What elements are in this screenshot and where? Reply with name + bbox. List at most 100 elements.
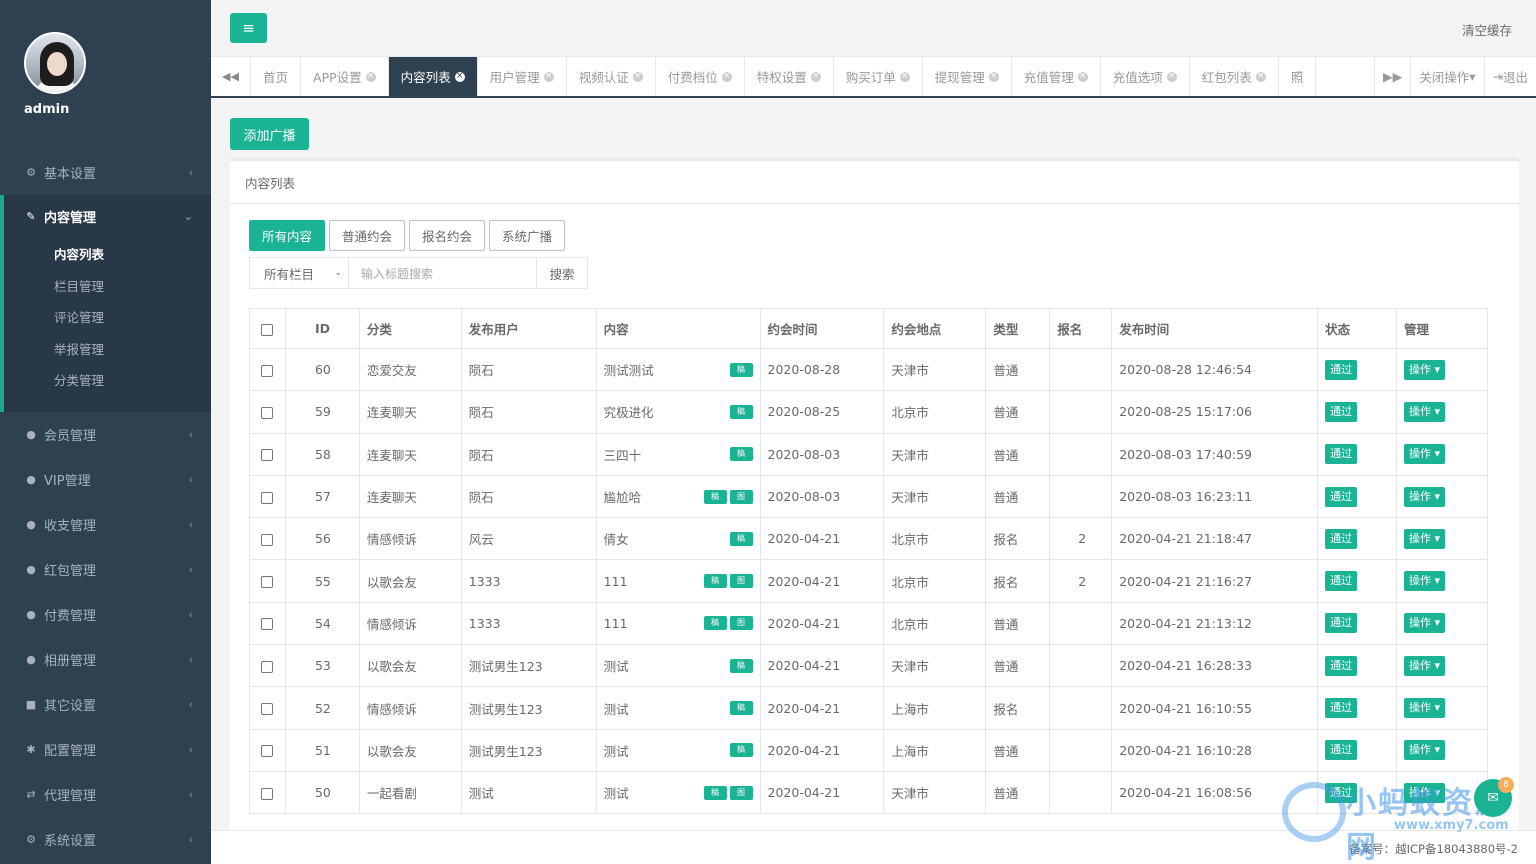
clear-cache-link[interactable]: 清空缓存 bbox=[1462, 20, 1512, 39]
tab-app-settings[interactable]: APP设置 × bbox=[301, 57, 389, 96]
cell-signup bbox=[1049, 728, 1113, 772]
sidebar-item-content-management[interactable]: ✎ 内容管理 ⌄ bbox=[4, 195, 211, 238]
operation-dropdown-button[interactable]: 操作 ▾ bbox=[1404, 444, 1446, 465]
operation-dropdown-button[interactable]: 操作 ▾ bbox=[1404, 486, 1446, 507]
operation-dropdown-button[interactable]: 操作 ▾ bbox=[1404, 571, 1446, 592]
logout-button[interactable]: ⇥ 退出 bbox=[1483, 57, 1536, 96]
submenu-item-content-list[interactable]: 内容列表 bbox=[4, 238, 211, 270]
add-broadcast-button[interactable]: 添加广播 bbox=[230, 118, 309, 150]
row-checkbox[interactable] bbox=[261, 576, 274, 589]
operation-dropdown-button[interactable]: 操作 ▾ bbox=[1404, 359, 1446, 380]
close-operations-dropdown[interactable]: 关闭操作 ▾ bbox=[1410, 57, 1483, 96]
tab-user-management[interactable]: 用户管理 × bbox=[478, 57, 567, 96]
asterisk-icon: ✱ bbox=[26, 742, 36, 756]
col-category: 分类 bbox=[358, 308, 462, 349]
close-icon[interactable]: × bbox=[543, 71, 554, 82]
tabs-prev-button[interactable]: ◀◀ bbox=[211, 57, 251, 96]
operation-dropdown-button[interactable]: 操作 ▾ bbox=[1404, 698, 1446, 719]
sidebar-item-payment[interactable]: ● 付费管理 ‹ bbox=[0, 592, 211, 637]
cell-user: 陨石 bbox=[460, 474, 597, 519]
filter-normal-date[interactable]: 普通约会 bbox=[329, 220, 406, 251]
row-checkbox[interactable] bbox=[261, 406, 274, 419]
sidebar-item-system-settings[interactable]: ⚙ 系统设置 ‹ bbox=[0, 817, 211, 862]
sidebar-item-basic-settings[interactable]: ⚙ 基本设置 ‹ bbox=[0, 150, 211, 195]
status-badge[interactable]: 通过 bbox=[1325, 782, 1358, 803]
filter-signup-date[interactable]: 报名约会 bbox=[409, 220, 486, 251]
search-button[interactable]: 搜索 bbox=[537, 257, 588, 289]
close-icon[interactable]: × bbox=[1166, 71, 1177, 82]
content-tags: 稿 bbox=[729, 701, 753, 716]
sidebar-item-vip[interactable]: ● VIP管理 ‹ bbox=[0, 457, 211, 502]
status-badge[interactable]: 通过 bbox=[1325, 613, 1358, 634]
select-all-checkbox[interactable] bbox=[261, 323, 274, 336]
filter-all-content[interactable]: 所有内容 bbox=[249, 220, 326, 251]
operation-dropdown-button[interactable]: 操作 ▾ bbox=[1404, 613, 1446, 634]
table-row: 54 情感倾诉 1333 111 稿图 2020-04-21 北京市 普通 2020-04-21… bbox=[249, 601, 1488, 646]
operation-dropdown-button[interactable]: 操作 ▾ bbox=[1404, 740, 1446, 761]
row-checkbox[interactable] bbox=[261, 745, 274, 758]
tab-content-list[interactable]: 内容列表 × bbox=[388, 57, 478, 96]
row-checkbox[interactable] bbox=[261, 491, 274, 504]
operation-dropdown-button[interactable]: 操作 ▾ bbox=[1404, 655, 1446, 676]
sidebar-item-album[interactable]: ● 相册管理 ‹ bbox=[0, 637, 211, 682]
sidebar-item-other-settings[interactable]: ■ 其它设置 ‹ bbox=[0, 682, 211, 727]
username[interactable]: admin bbox=[24, 102, 69, 117]
status-badge[interactable]: 通过 bbox=[1325, 528, 1358, 549]
tab-home[interactable]: 首页 bbox=[251, 57, 302, 96]
close-icon[interactable]: × bbox=[365, 71, 376, 82]
avatar[interactable] bbox=[24, 32, 86, 94]
sidebar-item-agent[interactable]: ⇄ 代理管理 ‹ bbox=[0, 772, 211, 817]
status-badge[interactable]: 通过 bbox=[1325, 444, 1358, 465]
page-tabs: 首页 APP设置 × 内容列表 × 用户管理 × 视频认证 × 付费档位 × 特权设置 × … bbox=[251, 57, 1374, 96]
row-checkbox[interactable] bbox=[261, 533, 274, 546]
close-icon[interactable]: × bbox=[454, 71, 465, 82]
status-badge[interactable]: 通过 bbox=[1325, 359, 1358, 380]
tab-purchase-orders[interactable]: 购买订单 × bbox=[834, 57, 923, 96]
submenu-item-column-management[interactable]: 栏目管理 bbox=[4, 270, 211, 302]
close-icon[interactable]: × bbox=[988, 71, 999, 82]
tab-photos[interactable]: 照 bbox=[1279, 57, 1317, 96]
cell-signup bbox=[1049, 474, 1113, 519]
category-select[interactable]: 所有栏目 ⌄ bbox=[249, 257, 349, 289]
tab-red-packet-list[interactable]: 红包列表 × bbox=[1190, 57, 1279, 96]
tab-paid-tiers[interactable]: 付费档位 × bbox=[656, 57, 745, 96]
close-icon[interactable]: × bbox=[632, 71, 643, 82]
row-checkbox[interactable] bbox=[261, 787, 274, 800]
status-badge[interactable]: 通过 bbox=[1325, 401, 1358, 422]
status-badge[interactable]: 通过 bbox=[1325, 655, 1358, 676]
close-icon[interactable]: × bbox=[899, 71, 910, 82]
close-icon[interactable]: × bbox=[1077, 71, 1088, 82]
tab-withdraw[interactable]: 提现管理 × bbox=[923, 57, 1012, 96]
filter-system-broadcast[interactable]: 系统广播 bbox=[489, 220, 566, 251]
status-badge[interactable]: 通过 bbox=[1325, 486, 1358, 507]
close-icon[interactable]: × bbox=[1255, 71, 1266, 82]
close-icon[interactable]: × bbox=[721, 71, 732, 82]
tab-label: 特权设置 bbox=[756, 70, 807, 85]
status-badge[interactable]: 通过 bbox=[1325, 698, 1358, 719]
operation-dropdown-button[interactable]: 操作 ▾ bbox=[1404, 528, 1446, 549]
tab-recharge[interactable]: 充值管理 × bbox=[1012, 57, 1101, 96]
sidebar-item-income-expense[interactable]: ● 收支管理 ‹ bbox=[0, 502, 211, 547]
operation-dropdown-button[interactable]: 操作 ▾ bbox=[1404, 782, 1446, 803]
sidebar-item-config[interactable]: ✱ 配置管理 ‹ bbox=[0, 727, 211, 772]
row-checkbox[interactable] bbox=[261, 660, 274, 673]
submenu-item-category-management[interactable]: 分类管理 bbox=[4, 364, 211, 396]
status-badge[interactable]: 通过 bbox=[1325, 740, 1358, 761]
tab-recharge-options[interactable]: 充值选项 × bbox=[1101, 57, 1190, 96]
row-checkbox[interactable] bbox=[261, 618, 274, 631]
menu-toggle-button[interactable]: ≡ bbox=[230, 13, 267, 43]
tab-privilege-settings[interactable]: 特权设置 × bbox=[745, 57, 834, 96]
row-checkbox[interactable] bbox=[261, 364, 274, 377]
title-search-input[interactable]: 输入标题搜索 bbox=[349, 257, 537, 289]
row-checkbox[interactable] bbox=[261, 449, 274, 462]
submenu-item-report-management[interactable]: 举报管理 bbox=[4, 333, 211, 365]
sidebar-item-member[interactable]: ● 会员管理 ‹ bbox=[0, 412, 211, 457]
tab-video-verify[interactable]: 视频认证 × bbox=[567, 57, 656, 96]
operation-dropdown-button[interactable]: 操作 ▾ bbox=[1404, 401, 1446, 422]
tabs-next-button[interactable]: ▶▶ bbox=[1373, 57, 1410, 96]
close-icon[interactable]: × bbox=[810, 71, 821, 82]
status-badge[interactable]: 通过 bbox=[1325, 571, 1358, 592]
submenu-item-comment-management[interactable]: 评论管理 bbox=[4, 301, 211, 333]
sidebar-item-red-packet[interactable]: ● 红包管理 ‹ bbox=[0, 547, 211, 592]
row-checkbox[interactable] bbox=[261, 703, 274, 716]
